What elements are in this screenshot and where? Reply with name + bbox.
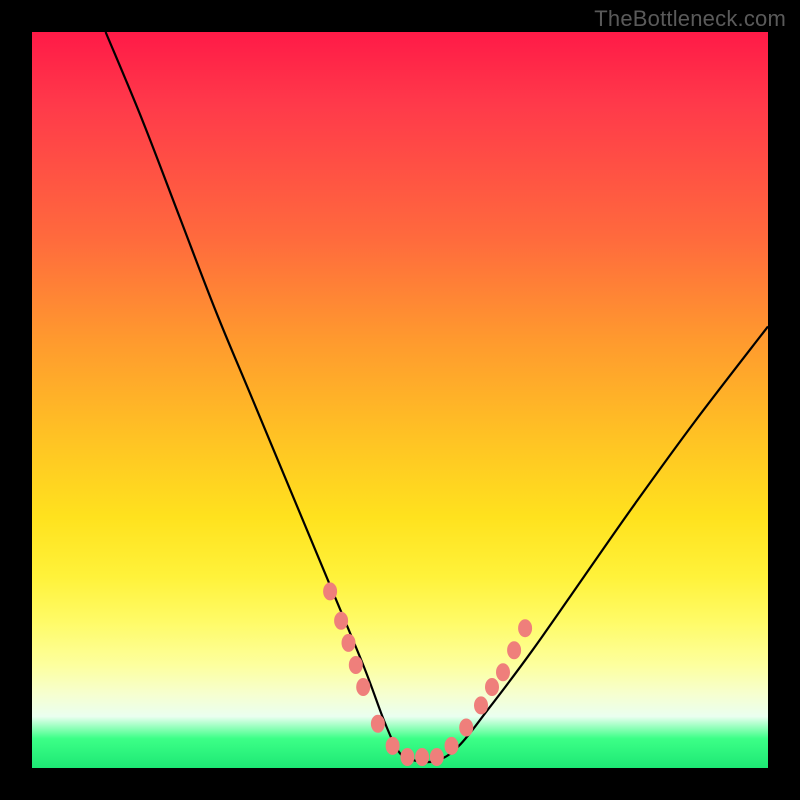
- highlight-dot: [459, 719, 473, 737]
- highlight-dot: [507, 641, 521, 659]
- highlight-dot: [386, 737, 400, 755]
- highlight-dot: [356, 678, 370, 696]
- watermark-text: TheBottleneck.com: [594, 6, 786, 32]
- highlight-dot: [485, 678, 499, 696]
- highlight-dot: [430, 748, 444, 766]
- highlight-dot: [342, 634, 356, 652]
- highlight-dots-group: [323, 582, 532, 766]
- plot-area: [32, 32, 768, 768]
- highlight-dot: [496, 663, 510, 681]
- highlight-dot: [445, 737, 459, 755]
- highlight-dot: [518, 619, 532, 637]
- highlight-dot: [415, 748, 429, 766]
- chart-svg: [32, 32, 768, 768]
- highlight-dot: [400, 748, 414, 766]
- highlight-dot: [334, 612, 348, 630]
- highlight-dot: [371, 715, 385, 733]
- highlight-dot: [349, 656, 363, 674]
- highlight-dot: [474, 696, 488, 714]
- bottleneck-curve-path: [106, 32, 768, 762]
- outer-frame: TheBottleneck.com: [0, 0, 800, 800]
- highlight-dot: [323, 582, 337, 600]
